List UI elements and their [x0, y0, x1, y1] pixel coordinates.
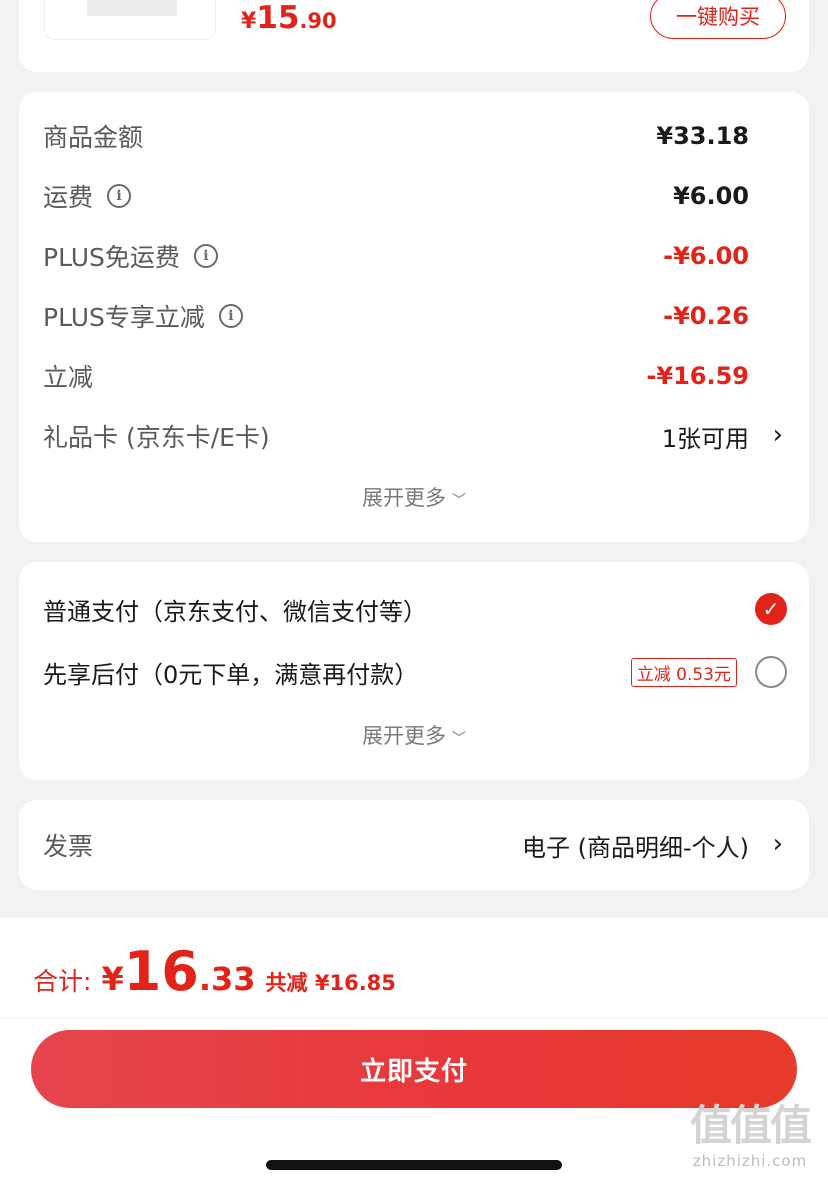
payment-option-label: 先享后付（0元下单，满意再付款）: [43, 660, 419, 689]
summary-value: ¥33.18: [656, 122, 749, 150]
expand-more-button[interactable]: 展开更多 ﹀: [19, 482, 809, 512]
product-thumbnail[interactable]: [44, 0, 216, 40]
watermark-logo: 值值值: [689, 1101, 812, 1150]
summary-value: -¥0.26: [663, 302, 749, 330]
total-saved: 共减 ¥16.85: [265, 971, 396, 995]
summary-label: 礼品卡 (京东卡/E卡): [43, 423, 270, 452]
info-icon[interactable]: i: [193, 244, 218, 268]
invoice-card[interactable]: 发票 电子 (商品明细-个人) ›: [19, 800, 809, 890]
info-icon[interactable]: i: [218, 304, 243, 328]
summary-value: -¥16.59: [646, 362, 749, 390]
summary-row-shipping: 运费 i ¥6.00: [43, 176, 749, 216]
check-icon[interactable]: ✓: [755, 593, 787, 625]
summary-value: ¥6.00: [673, 182, 749, 210]
summary-row-goods-amount: 商品金额 ¥33.18: [43, 116, 749, 156]
radio-unchecked-icon[interactable]: [755, 656, 787, 688]
gift-card-availability: 1张可用: [661, 424, 749, 453]
summary-label: 商品金额: [43, 123, 144, 152]
total-label: 合计:: [33, 967, 92, 996]
payment-option-pay-later[interactable]: 先享后付（0元下单，满意再付款） 立减 0.53元: [43, 650, 787, 694]
pay-now-button[interactable]: 立即支付: [31, 1030, 797, 1108]
home-indicator: [266, 1160, 562, 1170]
expand-more-button[interactable]: 展开更多 ﹀: [19, 720, 809, 750]
total-integer: 16: [123, 940, 199, 1003]
total-currency: ¥: [101, 960, 124, 998]
summary-row-instant-discount: 立减 -¥16.59: [43, 356, 749, 396]
price-integer: 15: [256, 0, 300, 36]
product-image: [87, 0, 177, 16]
chevron-right-icon[interactable]: ›: [773, 420, 783, 450]
payment-method-card: 普通支付（京东支付、微信支付等） ✓ 先享后付（0元下单，满意再付款） 立减 0…: [19, 562, 809, 780]
chevron-right-icon[interactable]: ›: [773, 829, 783, 859]
chevron-down-icon: ﹀: [452, 493, 466, 509]
price-decimal: .90: [299, 9, 337, 33]
summary-label: PLUS专享立减: [43, 303, 205, 332]
payment-option-label: 普通支付（京东支付、微信支付等）: [43, 597, 427, 626]
watermark-url: zhizhizhi.com: [692, 1152, 808, 1170]
summary-label: PLUS免运费: [43, 243, 180, 272]
expand-more-label: 展开更多: [362, 724, 446, 748]
payment-option-standard[interactable]: 普通支付（京东支付、微信支付等） ✓: [43, 587, 787, 631]
watermark: 值值值 zhizhizhi.com: [680, 1100, 820, 1180]
price-currency: ¥: [241, 9, 257, 34]
summary-value: -¥6.00: [663, 242, 749, 270]
order-summary-card: 商品金额 ¥33.18 运费 i ¥6.00 PLUS免运费 i -¥6.00 PL…: [19, 92, 809, 542]
summary-label: 运费: [43, 183, 94, 212]
summary-row-plus-discount: PLUS专享立减 i -¥0.26: [43, 296, 749, 336]
discount-tag: 立减 0.53元: [630, 657, 737, 687]
info-icon[interactable]: i: [107, 184, 132, 208]
invoice-value: 电子 (商品明细-个人): [521, 833, 749, 862]
summary-label: 立减: [43, 363, 94, 392]
product-price: ¥15.90: [241, 0, 337, 36]
total-decimal: .33: [198, 960, 256, 998]
summary-row-plus-free-shipping: PLUS免运费 i -¥6.00: [43, 236, 749, 276]
one-click-buy-button[interactable]: 一键购买: [650, 0, 786, 39]
divider: [0, 1018, 828, 1019]
invoice-row[interactable]: 发票 电子 (商品明细-个人): [43, 825, 749, 865]
chevron-down-icon: ﹀: [452, 731, 466, 747]
expand-more-label: 展开更多: [362, 486, 446, 510]
invoice-label: 发票: [43, 832, 94, 861]
summary-row-gift-card[interactable]: 礼品卡 (京东卡/E卡) 1张可用: [43, 416, 749, 456]
product-card: ¥15.90 一键购买: [19, 0, 809, 72]
order-total: 合计: ¥ 16 .33 共减 ¥16.85: [33, 940, 396, 1003]
